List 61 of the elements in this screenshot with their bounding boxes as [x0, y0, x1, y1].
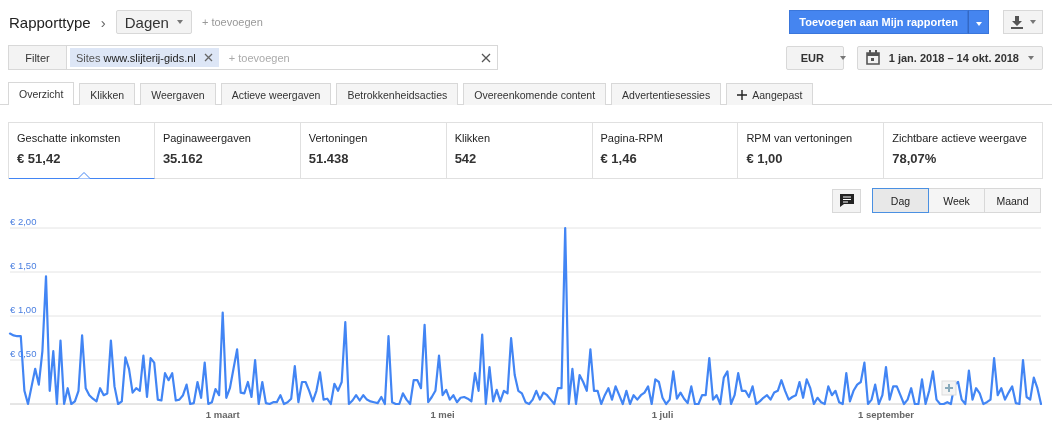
tab[interactable]: Overzicht: [8, 82, 75, 105]
metric-value: 542: [454, 151, 478, 166]
granularity-button[interactable]: Week: [928, 188, 985, 213]
plus-icon: [737, 89, 748, 100]
add-to-reports-button[interactable]: Toevoegen aan Mijn rapporten: [789, 10, 968, 34]
breadcrumb-separator: ›: [100, 13, 106, 31]
y-axis-label: € 1,00: [10, 304, 37, 315]
granularity-button[interactable]: Maand: [984, 188, 1041, 213]
metric-label: Vertoningen: [308, 132, 369, 144]
metric-value: 78,07%: [892, 151, 938, 166]
filter-field[interactable]: Filter Sites www.slijterij-gids.nl + toevoegen: [8, 45, 498, 70]
filter-chip[interactable]: Sites www.slijterij-gids.nl: [70, 48, 219, 67]
metric-label: Paginaweergaven: [162, 132, 252, 144]
chip-label: Sites: [76, 51, 101, 64]
metric-card[interactable]: Geschatte inkomsten € 51,42: [9, 123, 155, 179]
clear-icon[interactable]: [481, 52, 491, 63]
tab[interactable]: Weergaven: [140, 83, 216, 105]
currency-dropdown[interactable]: EUR: [785, 45, 844, 70]
metric-card[interactable]: RPM van vertoningen € 1,00: [738, 123, 885, 179]
metric-card[interactable]: Klikken 542: [446, 123, 593, 179]
metric-label: Zichtbare actieve weergave: [892, 132, 1028, 144]
selection-notch-icon: [78, 172, 90, 179]
metric-card[interactable]: Vertoningen 51.438: [300, 123, 447, 179]
tab[interactable]: Klikken: [79, 83, 136, 105]
filter-input-field[interactable]: + toevoegen: [226, 50, 481, 65]
granularity-button[interactable]: Dag: [872, 188, 929, 213]
annotations-button[interactable]: [832, 188, 861, 213]
comment-icon: [839, 194, 854, 207]
metric-value: € 51,42: [17, 151, 62, 166]
metric-label: Klikken: [454, 132, 492, 144]
metric-value: 35.162: [162, 151, 204, 166]
close-icon[interactable]: [203, 53, 213, 62]
metric-value: € 1,00: [746, 151, 784, 166]
report-type-title: Rapporttype: [9, 13, 91, 31]
metric-card[interactable]: Paginaweergaven 35.162: [154, 123, 301, 179]
tab[interactable]: Actieve weergaven: [220, 83, 332, 105]
download-icon: [1010, 15, 1024, 29]
metric-value: 51.438: [308, 151, 350, 166]
dimension-dropdown[interactable]: Dagen: [115, 10, 192, 34]
save-menu-button[interactable]: [968, 10, 989, 34]
filter-button[interactable]: Filter: [9, 46, 67, 69]
metric-card[interactable]: Zichtbare actieve weergave 78,07%: [884, 123, 1042, 179]
custom-tab[interactable]: Aangepast: [726, 83, 814, 105]
chip-value: www.slijterij-gids.nl: [103, 51, 196, 64]
x-axis-label: 1 maart: [205, 409, 240, 420]
y-axis-label: € 1,50: [10, 260, 37, 271]
tab[interactable]: Betrokkenheidsacties: [336, 83, 459, 105]
metric-label: RPM van vertoningen: [746, 132, 854, 144]
metric-card[interactable]: Pagina-RPM € 1,46: [592, 123, 739, 179]
tab[interactable]: Advertentiesessies: [611, 83, 722, 105]
download-button[interactable]: [1003, 10, 1043, 34]
date-range-dropdown[interactable]: 1 jan. 2018 – 14 okt. 2018: [856, 45, 1043, 70]
x-axis-label: 1 mei: [430, 409, 455, 420]
metric-value: € 1,46: [600, 151, 638, 166]
metric-label: Pagina-RPM: [600, 132, 664, 144]
tab[interactable]: Overeenkomende content: [463, 83, 607, 105]
x-axis-label: 1 september: [858, 409, 914, 420]
metric-label: Geschatte inkomsten: [17, 132, 122, 144]
x-axis-label: 1 juli: [651, 409, 674, 420]
y-axis-label: € 2,00: [10, 218, 37, 227]
calendar-icon: [865, 50, 880, 65]
